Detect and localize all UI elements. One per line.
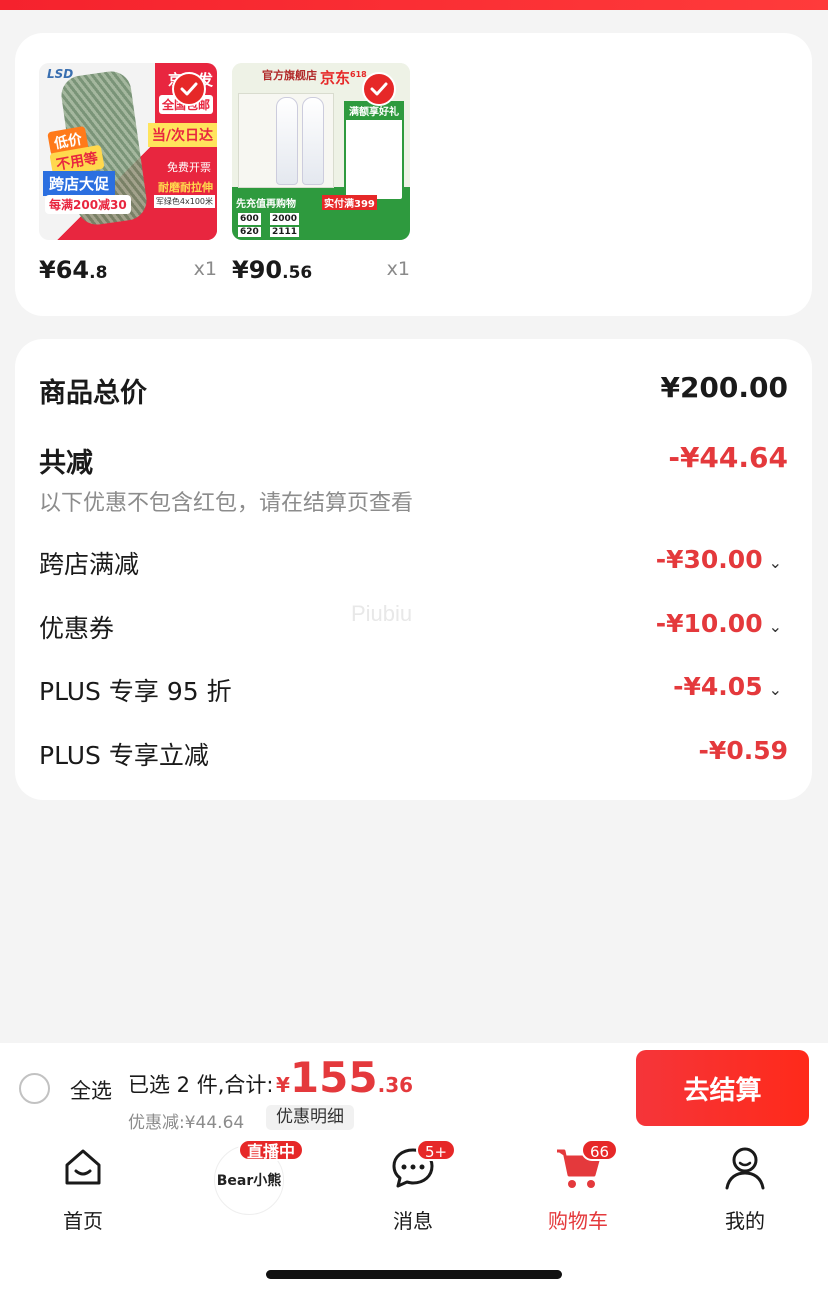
total-price-value: ¥200.00 [660, 371, 788, 404]
home-icon [61, 1145, 105, 1193]
cart-count-badge: 66 [581, 1139, 619, 1161]
thumb-text: 免费开票 [167, 161, 211, 174]
total-reduction-value: -¥44.64 [668, 441, 788, 474]
discount-value: -¥4.05 ⌄ [673, 672, 782, 701]
thumb-text: 2000 [270, 213, 300, 225]
top-status-strip [0, 0, 828, 10]
discount-label: PLUS 专享 95 折 [39, 677, 232, 706]
checkout-bar: 全选 已选 2 件,合计: ¥155.36 优惠减:¥44.64 优惠明细 去结… [0, 1043, 828, 1135]
thumb-text: 每满200减30 [45, 195, 131, 214]
discount-value: -¥30.00 ⌄ [655, 545, 782, 574]
thumb-text: 耐磨耐拉伸 [158, 181, 213, 194]
discount-value: -¥0.59 [698, 736, 788, 765]
product-item[interactable]: LSD 京东发 全国包邮 当/次日达 免费开票 耐磨耐拉伸 军绿色4x100米 … [39, 63, 217, 284]
thumb-text: 官方旗舰店 [262, 69, 317, 82]
discount-row-plus-95[interactable]: PLUS 专享 95 折 -¥4.05 ⌄ [39, 672, 788, 712]
tab-profile[interactable]: 我的 [685, 1145, 805, 1233]
tab-label: 我的 [725, 1209, 765, 1233]
tab-home[interactable]: 首页 [23, 1145, 143, 1233]
total-reduction-label: 共减 [39, 448, 93, 479]
tab-label: 首页 [63, 1209, 103, 1233]
thumb-text: 跨店大促 [43, 171, 116, 196]
price-summary-card: 商品总价 ¥200.00 共减 -¥44.64 以下优惠不包含红包，请在结算页查… [15, 339, 812, 800]
select-all-label[interactable]: 全选 [70, 1075, 112, 1105]
discount-row-cross-store[interactable]: 跨店满减 -¥30.00 ⌄ [39, 545, 788, 585]
selected-count-text: 已选 2 件,合计: [128, 1073, 274, 1097]
select-all-checkbox[interactable] [19, 1073, 50, 1104]
discount-note: 以下优惠不包含红包，请在结算页查看 [39, 491, 414, 516]
tab-cart[interactable]: 购物车 [518, 1145, 638, 1233]
thumb-text: 京东618 [320, 69, 367, 87]
discount-detail-button[interactable]: 优惠明细 [266, 1105, 354, 1130]
discount-row-coupon[interactable]: 优惠券 -¥10.00 ⌄ [39, 609, 788, 649]
product-price: ¥64.8 [39, 256, 108, 284]
thumb-text: 先充值再购物 [236, 199, 296, 210]
product-item[interactable]: 官方旗舰店 京东618 满额享好礼 先充值再购物 实付满399 600 2000… [232, 63, 410, 284]
discount-label: PLUS 专享立减 [39, 741, 209, 770]
thumb-text: 实付满399 [322, 195, 377, 210]
chevron-down-icon[interactable]: ⌄ [769, 680, 782, 699]
selected-products-card: LSD 京东发 全国包邮 当/次日达 免费开票 耐磨耐拉伸 军绿色4x100米 … [15, 33, 812, 316]
discount-value: -¥10.00 ⌄ [655, 609, 782, 638]
thumb-text: 2111 [270, 227, 300, 237]
checked-icon[interactable] [362, 72, 396, 106]
total-amount: ¥155.36 [276, 1053, 414, 1102]
discount-summary-text: 优惠减:¥44.64 [128, 1113, 245, 1133]
discount-row-plus-instant: PLUS 专享立减 -¥0.59 [39, 736, 788, 776]
product-quantity: x1 [193, 258, 217, 280]
total-reduction-row: 共减 -¥44.64 [39, 441, 788, 481]
tab-messages[interactable]: 消息 [353, 1145, 473, 1233]
tab-label: 购物车 [548, 1209, 608, 1233]
chevron-down-icon[interactable]: ⌄ [769, 617, 782, 636]
thumb-text: 620 [238, 227, 261, 237]
home-indicator[interactable] [266, 1270, 562, 1279]
thumb-text: 当/次日达 [147, 123, 217, 147]
chevron-down-icon[interactable]: ⌄ [769, 553, 782, 572]
product-quantity: x1 [386, 258, 410, 280]
tab-label: 消息 [393, 1209, 433, 1233]
profile-icon [723, 1145, 767, 1195]
thumb-text: 600 [238, 213, 261, 225]
product-thumbnail[interactable]: LSD 京东发 全国包邮 当/次日达 免费开票 耐磨耐拉伸 军绿色4x100米 … [39, 63, 217, 240]
avatar-text: Bear小熊 [216, 1173, 282, 1189]
live-badge: 直播中 [238, 1139, 305, 1161]
product-thumbnail[interactable]: 官方旗舰店 京东618 满额享好礼 先充值再购物 实付满399 600 2000… [232, 63, 410, 240]
product-price: ¥90.56 [232, 256, 313, 284]
total-price-row: 商品总价 ¥200.00 [39, 371, 788, 411]
discount-label: 跨店满减 [39, 550, 140, 579]
total-price-label: 商品总价 [39, 378, 147, 409]
message-count-badge: 5+ [416, 1139, 457, 1161]
brand-logo: LSD [47, 67, 74, 81]
checked-icon[interactable] [172, 72, 206, 106]
discount-label: 优惠券 [39, 614, 115, 643]
thumb-text: 军绿色4x100米 [153, 195, 215, 208]
checkout-button[interactable]: 去结算 [636, 1050, 809, 1126]
